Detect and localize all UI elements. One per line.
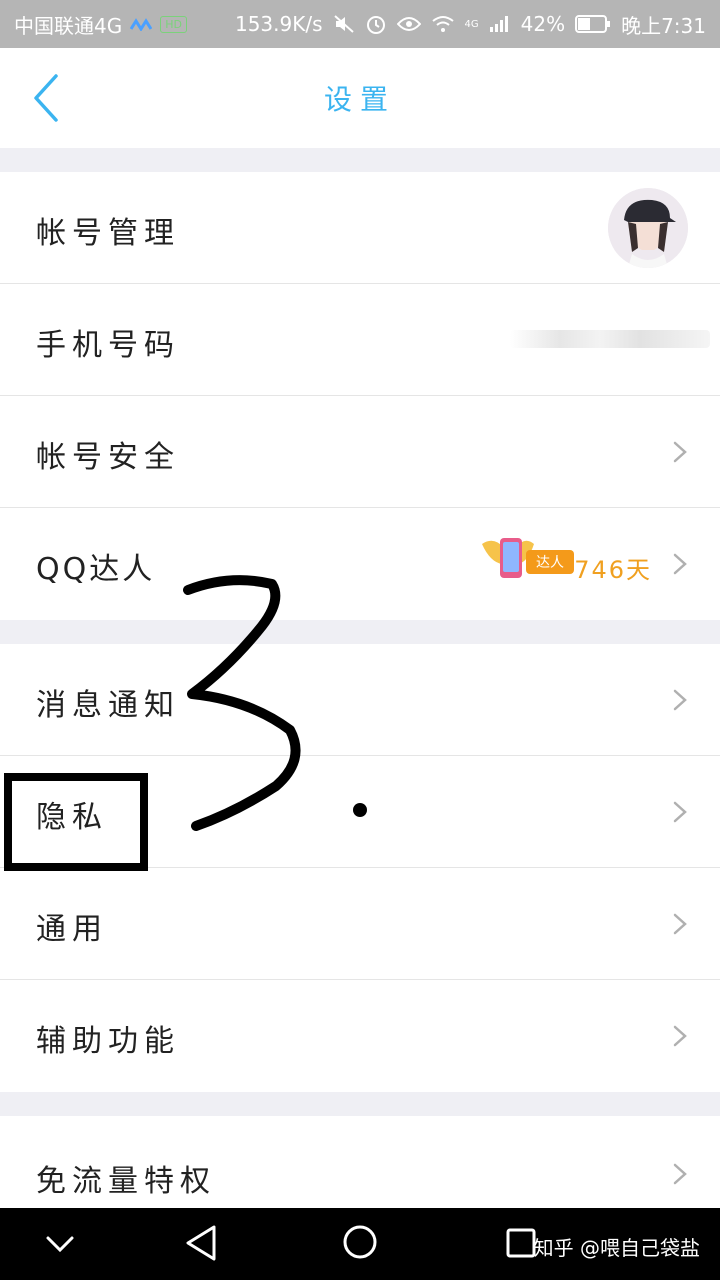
chevron-right-icon [673,553,687,575]
chevron-right-icon [673,1163,687,1185]
avatar [608,188,688,268]
settings-row-privacy[interactable]: 隐私 [0,756,720,868]
settings-row-notifications[interactable]: 消息通知 [0,644,720,756]
eye-icon [396,16,421,32]
chevron-right-icon [673,801,687,823]
network-type: 4G [464,18,479,30]
alarm-icon [365,13,387,35]
row-label: 手机号码 [36,328,180,363]
signal-wave-icon [130,17,153,31]
title-bar: 设置 [0,48,720,148]
recents-square-icon[interactable] [506,1228,536,1258]
settings-row-general[interactable]: 通用 [0,868,720,980]
row-label: 免流量特权 [36,1164,216,1199]
phone-number-value-blurred [510,330,710,348]
chevron-right-icon [673,913,687,935]
settings-row-account-security[interactable]: 帐号安全 [0,396,720,508]
row-label: 消息通知 [36,688,180,723]
collapse-chevron-icon[interactable] [44,1232,76,1256]
page-title: 设置 [323,83,396,116]
settings-row-free-data[interactable]: 免流量特权 [0,1116,720,1208]
hd-chip: HD [160,15,187,33]
system-nav-bar: 知乎 @喂自己袋盐 [0,1208,720,1280]
cell-signal-icon [489,15,511,33]
row-label: 帐号安全 [36,440,180,475]
status-bar: 中国联通4G HD 153.9K/s 4G 42% 晚上7:31 [0,0,720,48]
settings-row-account-management[interactable]: 帐号管理 [0,172,720,284]
home-circle-icon[interactable] [342,1224,378,1260]
qq-daren-badge-icon: 达人 [480,534,576,582]
back-triangle-icon[interactable] [184,1224,218,1262]
mute-icon [333,14,355,34]
watermark: 知乎 @喂自己袋盐 [533,1236,700,1260]
row-label: 通用 [36,912,108,947]
settings-group-account: 帐号管理 手机号码 帐号安全 QQ达人 达人 746天 [0,172,720,620]
daren-days: 746天 [574,556,652,584]
clock: 晚上7:31 [621,13,706,38]
settings-group-privileges: 免流量特权 [0,1116,720,1208]
chevron-right-icon [673,689,687,711]
battery-icon [575,15,611,33]
battery-percent: 42% [520,12,566,36]
wifi-icon [431,15,455,33]
chevron-right-icon [673,1025,687,1047]
row-label: 帐号管理 [36,216,180,251]
settings-group-general: 消息通知 隐私 通用 辅助功能 [0,644,720,1092]
carrier-text: 中国联通4G [14,13,123,38]
network-speed: 153.9K/s [234,12,323,36]
settings-row-phone-number[interactable]: 手机号码 [0,284,720,396]
row-label: 隐私 [36,800,108,835]
settings-row-qq-daren[interactable]: QQ达人 达人 746天 [0,508,720,620]
badge-text: 达人 [536,555,564,571]
row-label: QQ达人 [36,552,156,587]
row-label: 辅助功能 [36,1024,180,1059]
chevron-right-icon [673,441,687,463]
settings-row-accessibility[interactable]: 辅助功能 [0,980,720,1092]
